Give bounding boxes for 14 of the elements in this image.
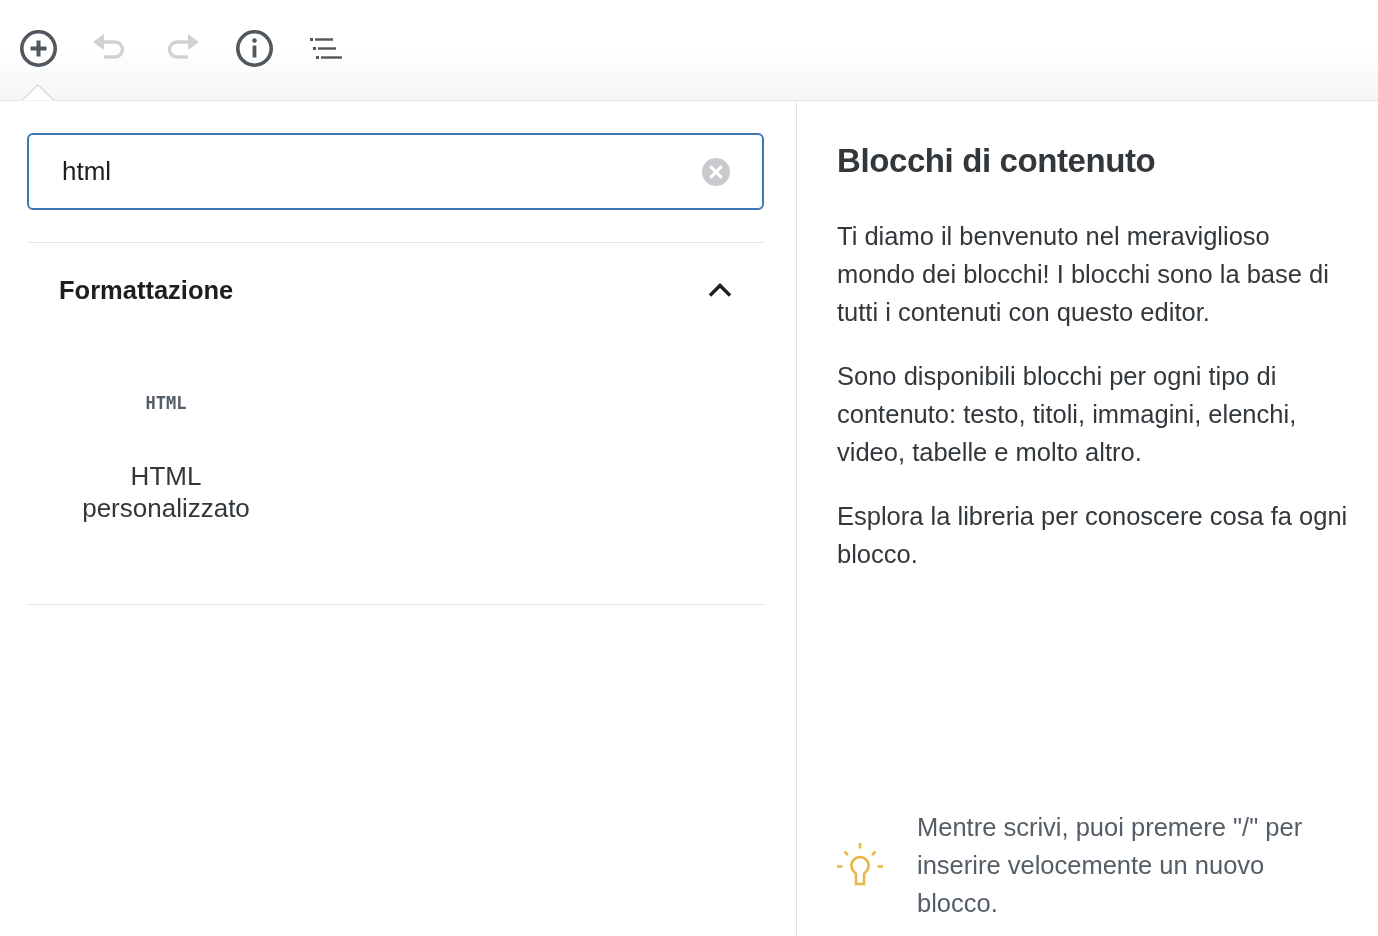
list-icon [310,36,342,60]
lightbulb-icon [837,843,883,887]
close-icon [702,157,730,186]
panel-toggle[interactable]: Formattazione [28,243,764,337]
html-text-icon: HTML [145,395,187,411]
info-icon [235,29,273,67]
search-field[interactable]: html [27,133,764,210]
help-paragraph: Sono disponibili blocchi per ogni tipo di contenuto: testo, titoli, immagini, elenchi, video, tabelle e molto altro. [837,361,1298,468]
help-title: Blocchi di contenuto [837,142,1157,180]
block-item[interactable]: HTML HTML personalizzato [66,337,266,524]
plus-circle-icon [19,29,57,67]
tip-text: Mentre scrivi, puoi premere "/" per inserire velocemente un nuovo blocco. [917,812,1304,919]
help-paragraph: Esplora la libreria per conoscere cosa fa ogni blocco. [837,501,1349,570]
help-paragraph: Ti diamo il benvenuto nel meraviglioso mondo dei blocchi! I blocchi sono la base di tutti i contenuti con questo editor. [837,221,1330,328]
